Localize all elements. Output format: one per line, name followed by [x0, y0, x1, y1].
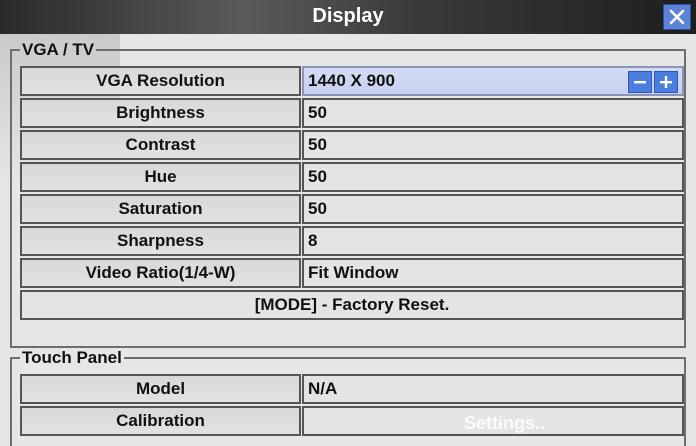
contrast-field[interactable]: 50 [302, 130, 684, 160]
hue-field[interactable]: 50 [302, 162, 684, 192]
calibration-field[interactable]: Settings.. [302, 406, 684, 436]
video-ratio-label: Video Ratio(1/4-W) [20, 258, 301, 288]
vga-tv-group: VGA / TV VGA Resolution 1440 X 900 Brigh… [10, 40, 686, 348]
title-bar: Display [0, 0, 696, 34]
minus-icon [634, 81, 646, 84]
video-ratio-field[interactable]: Fit Window [302, 258, 684, 288]
close-button[interactable] [663, 4, 691, 30]
calibration-settings-button[interactable]: Settings.. [464, 410, 545, 436]
brightness-label: Brightness [20, 98, 301, 128]
vga-resolution-stepper [628, 71, 678, 93]
sharpness-label: Sharpness [20, 226, 301, 256]
hue-label: Hue [20, 162, 301, 192]
factory-reset-button[interactable]: [MODE] - Factory Reset. [20, 290, 684, 320]
saturation-field[interactable]: 50 [302, 194, 684, 224]
contrast-label: Contrast [20, 130, 301, 160]
close-icon [669, 9, 685, 25]
brightness-field[interactable]: 50 [302, 98, 684, 128]
vga-resolution-field[interactable]: 1440 X 900 [302, 66, 684, 96]
saturation-label: Saturation [20, 194, 301, 224]
window-title: Display [312, 5, 384, 27]
increment-button[interactable] [654, 71, 678, 93]
model-label: Model [20, 374, 301, 404]
sharpness-field[interactable]: 8 [302, 226, 684, 256]
decrement-button[interactable] [628, 71, 652, 93]
vga-tv-legend: VGA / TV [22, 40, 95, 59]
vga-resolution-value: 1440 X 900 [308, 71, 395, 90]
touch-panel-group: Touch Panel Model N/A Calibration Settin… [10, 348, 686, 446]
calibration-label: Calibration [20, 406, 301, 436]
model-field: N/A [302, 374, 684, 404]
vga-resolution-label: VGA Resolution [20, 66, 301, 96]
plus-icon [660, 76, 672, 88]
touch-panel-legend: Touch Panel [22, 348, 122, 367]
